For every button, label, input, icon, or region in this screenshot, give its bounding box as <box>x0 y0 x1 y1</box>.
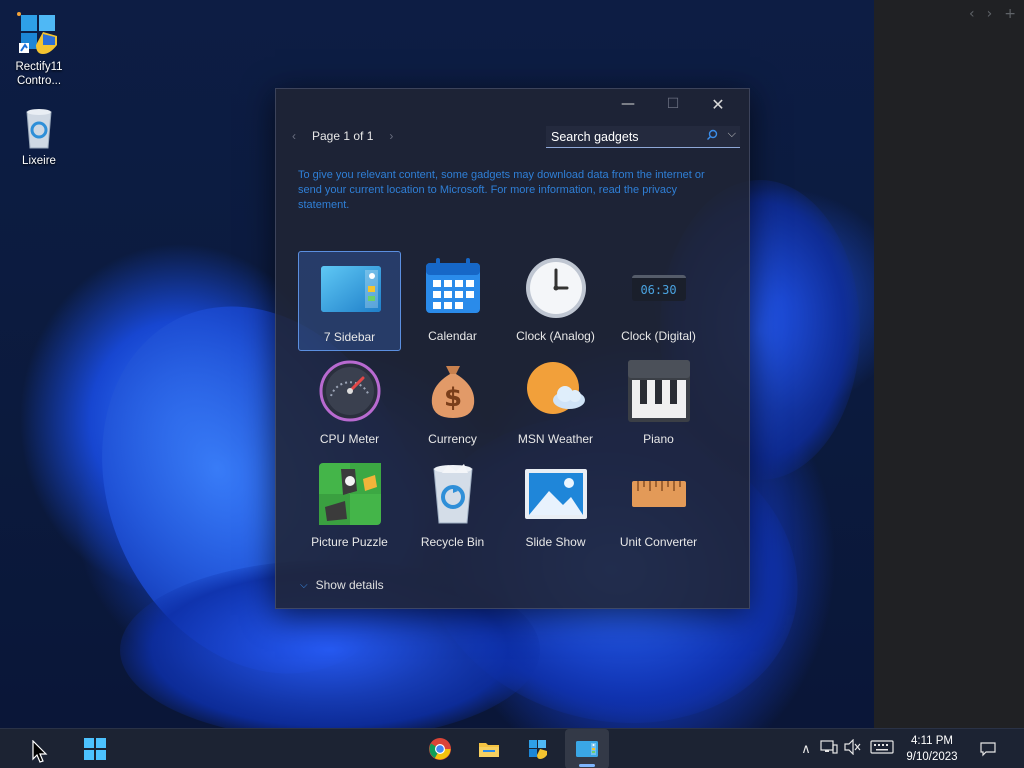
clock-date: 9/10/2023 <box>906 751 958 763</box>
gadget-tile-unit-converter[interactable]: Unit Converter <box>607 457 710 560</box>
gadget-label: Calendar <box>428 329 477 343</box>
notification-icon <box>980 742 996 757</box>
recycle-bin-icon <box>17 106 61 150</box>
page-indicator: Page 1 of 1 <box>312 129 374 143</box>
analog-clock-icon <box>523 255 589 321</box>
ruler-icon <box>626 461 692 527</box>
gadget-label: Clock (Analog) <box>516 329 595 343</box>
start-button[interactable] <box>73 729 117 768</box>
gadget-label: 7 Sidebar <box>323 330 376 344</box>
gadget-tile-calendar[interactable]: Calendar <box>401 251 504 354</box>
maximize-button[interactable]: ☐ <box>650 89 696 119</box>
volume-muted-icon[interactable] <box>844 738 866 759</box>
gadget-label: Piano <box>643 432 674 446</box>
desktop-icon-control-panel[interactable]: Rectify11 Contro... <box>4 12 74 88</box>
gadget-label: CPU Meter <box>319 432 380 446</box>
gadget-label: MSN Weather <box>517 432 594 446</box>
gadget-label: Slide Show <box>525 535 586 549</box>
gadget-grid: 7 Sidebar Calendar Clock (Analog) 06:30 … <box>298 251 718 560</box>
privacy-notice[interactable]: To give you relevant content, some gadge… <box>298 168 728 213</box>
search-input[interactable] <box>551 129 701 144</box>
desktop-icon-label: Rectify11 Contro... <box>15 61 63 87</box>
gadget-tile-msn-weather[interactable]: MSN Weather <box>504 354 607 457</box>
gadget-tile-slide-show[interactable]: Slide Show <box>504 457 607 560</box>
puzzle-icon <box>317 461 383 527</box>
gadget-label: Currency <box>428 432 477 446</box>
chrome-icon <box>429 738 451 760</box>
gadget-tile-clock-digital[interactable]: 06:30 Clock (Digital) <box>607 251 710 354</box>
search-icon[interactable] <box>706 129 718 144</box>
currency-icon: $ <box>420 358 486 424</box>
taskbar-control-panel[interactable] <box>516 729 560 768</box>
calendar-icon <box>420 255 486 321</box>
minimize-button[interactable]: — <box>605 89 651 119</box>
weather-icon <box>523 358 589 424</box>
show-hidden-icons-button[interactable]: ∧ <box>798 742 814 757</box>
gadget-tile-7-sidebar[interactable]: 7 Sidebar <box>298 251 401 351</box>
close-button[interactable]: ✕ <box>695 89 741 119</box>
new-tab-icon[interactable]: + <box>1004 6 1016 22</box>
gadget-tile-cpu-meter[interactable]: CPU Meter <box>298 354 401 457</box>
clock-time: 4:11 PM <box>911 735 953 747</box>
file-explorer-icon <box>479 743 499 757</box>
slideshow-icon <box>523 461 589 527</box>
recycle-bin-icon <box>420 461 486 527</box>
cpu-meter-icon <box>317 358 383 424</box>
taskbar-clock[interactable]: 4:11 PM 9/10/2023 <box>896 733 968 765</box>
mouse-cursor-icon <box>32 739 48 768</box>
gadgets-icon <box>576 741 598 757</box>
gadget-tile-piano[interactable]: Piano <box>607 354 710 457</box>
search-box[interactable]: ⌵ <box>546 126 740 148</box>
gadget-label: Unit Converter <box>619 535 698 549</box>
side-panel-nav: ‹ › + <box>969 6 1016 22</box>
desktop-icon-label: Lixeire <box>22 155 56 167</box>
desktop-icon-recycle-bin[interactable]: Lixeire <box>4 106 74 168</box>
taskbar: ∧ 4:11 PM 9/10/2023 <box>0 728 1024 768</box>
forward-arrow-icon[interactable]: › <box>987 6 993 22</box>
svg-text:$: $ <box>443 383 461 413</box>
gadget-tile-recycle-bin[interactable]: Recycle Bin <box>401 457 504 560</box>
back-arrow-icon[interactable]: ‹ <box>969 6 975 22</box>
gadget-tile-picture-puzzle[interactable]: Picture Puzzle <box>298 457 401 560</box>
taskbar-file-explorer[interactable] <box>467 729 511 768</box>
tray: ∧ <box>798 729 896 768</box>
show-details-toggle[interactable]: ⌵ Show details <box>300 578 384 592</box>
network-icon[interactable] <box>820 739 842 759</box>
keyboard-icon[interactable] <box>870 740 896 758</box>
pager: ‹ Page 1 of 1 › <box>292 129 393 143</box>
control-panel-icon <box>529 740 547 759</box>
show-details-label: Show details <box>315 578 384 592</box>
gadget-label: Recycle Bin <box>420 535 485 549</box>
gadget-label: Picture Puzzle <box>311 535 388 549</box>
start-icon <box>84 738 106 760</box>
browser-side-panel: ‹ › + <box>874 0 1024 728</box>
next-page-button[interactable]: › <box>389 129 393 143</box>
piano-icon <box>626 358 692 424</box>
chevron-down-icon: ⌵ <box>300 579 308 591</box>
control-panel-icon <box>17 12 61 56</box>
gadget-tile-currency[interactable]: $ Currency <box>401 354 504 457</box>
notifications-button[interactable] <box>970 729 1006 768</box>
gadget-tile-clock-analog[interactable]: Clock (Analog) <box>504 251 607 354</box>
digital-clock-display: 06:30 <box>631 275 686 301</box>
digital-clock-icon: 06:30 <box>626 255 692 321</box>
search-dropdown-icon[interactable]: ⌵ <box>728 128 736 141</box>
taskbar-gadgets[interactable] <box>565 729 609 768</box>
gadget-gallery-window: — ☐ ✕ ‹ Page 1 of 1 › ⌵ To give you rele… <box>275 88 750 609</box>
prev-page-button[interactable]: ‹ <box>292 129 296 143</box>
gadget-label: Clock (Digital) <box>621 329 696 343</box>
sidebar-icon <box>317 256 383 322</box>
taskbar-chrome[interactable] <box>418 729 462 768</box>
